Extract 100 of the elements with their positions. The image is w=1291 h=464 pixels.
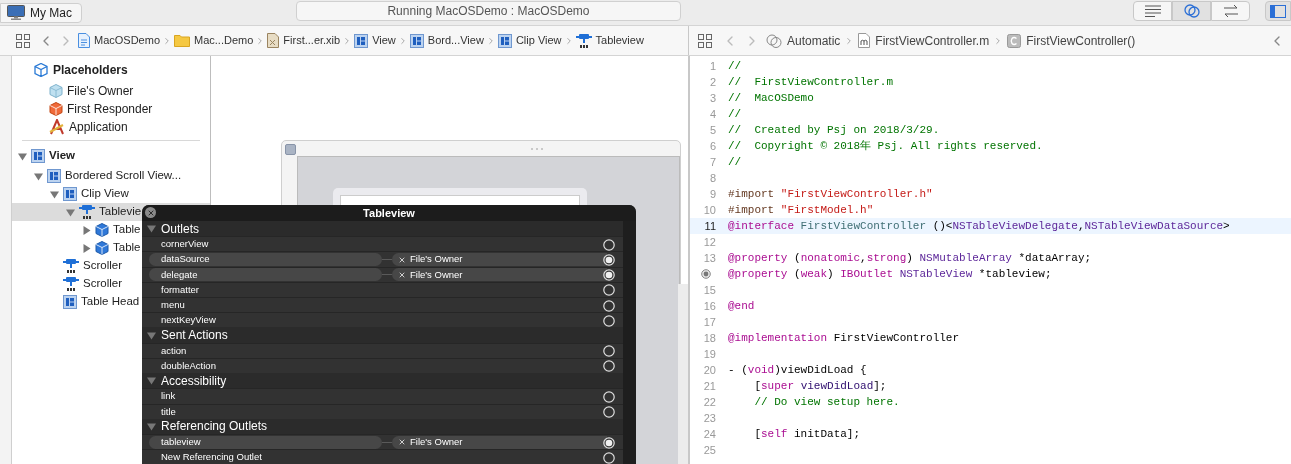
- class-icon: [1007, 33, 1022, 48]
- connection-radio[interactable]: [603, 406, 615, 419]
- outlet-name: formatter: [161, 282, 199, 297]
- outline-item[interactable]: Bordered Scroll View...: [12, 167, 210, 185]
- expanded-triangle-icon[interactable]: [147, 330, 156, 340]
- jump-bar-crumb[interactable]: First...er.xib: [267, 32, 341, 49]
- outline-item[interactable]: File's Owner: [12, 82, 210, 100]
- close-button[interactable]: [145, 207, 156, 218]
- line-number: 10: [703, 202, 716, 218]
- jump-bar-crumb[interactable]: Mac...Demo: [174, 32, 254, 49]
- connection-radio[interactable]: [603, 314, 615, 327]
- editor-mode-button[interactable]: [1133, 1, 1172, 21]
- expanded-triangle-icon[interactable]: [34, 171, 43, 181]
- connection-radio[interactable]: [603, 360, 615, 373]
- connection-radio[interactable]: [603, 436, 615, 449]
- outlet-name: delegate: [149, 268, 382, 282]
- expanded-triangle-icon[interactable]: [147, 376, 156, 386]
- collapsed-triangle-icon[interactable]: [82, 225, 91, 235]
- line-number: 2: [709, 74, 716, 90]
- cube-icon: [49, 84, 63, 98]
- section-header[interactable]: Outlets: [142, 221, 623, 237]
- outlet-name: doubleAction: [161, 358, 216, 373]
- panel-toggle-button[interactable]: [1265, 1, 1291, 21]
- scrollbar[interactable]: [678, 284, 688, 464]
- line-number: 8: [709, 170, 716, 186]
- connection-radio[interactable]: [603, 451, 615, 464]
- line-number: 24: [703, 426, 716, 442]
- close-button[interactable]: [285, 144, 296, 155]
- run-destination-button[interactable]: My Mac: [0, 2, 82, 23]
- code-text: // Copyright © 2018年 Psj. All rights reserved.: [727, 138, 1043, 154]
- code-text: //: [727, 154, 742, 170]
- jump-bar-crumb[interactable]: MacOSDemo: [78, 32, 161, 49]
- connection-target[interactable]: File's Owner: [392, 268, 607, 282]
- view-icon: [497, 33, 512, 48]
- view-icon: [47, 169, 61, 183]
- related-items-icon[interactable]: [698, 33, 712, 48]
- section-header[interactable]: Sent Actions: [142, 327, 623, 343]
- code-text: @implementation FirstViewController: [727, 330, 960, 346]
- jump-bar-crumb[interactable]: Bord...View: [409, 32, 484, 49]
- outlet-name: cornerView: [161, 237, 209, 252]
- outline-item[interactable]: Clip View: [12, 185, 210, 203]
- outline-item[interactable]: Application: [12, 118, 210, 136]
- outline-item[interactable]: View: [12, 145, 210, 167]
- jump-bar-crumb[interactable]: View: [354, 32, 396, 49]
- code-text: [self initData];: [753, 426, 861, 442]
- linked-circles-icon: [766, 33, 782, 48]
- jump-bar-crumb[interactable]: Automatic: [766, 31, 841, 50]
- connection-target[interactable]: File's Owner: [392, 435, 607, 449]
- related-items-icon[interactable]: [16, 33, 30, 48]
- outline-item[interactable]: First Responder: [12, 100, 210, 118]
- connection-radio[interactable]: [603, 269, 615, 282]
- line-number: 19: [703, 346, 716, 362]
- jump-bar-crumb[interactable]: FirstViewController.m: [858, 31, 990, 50]
- outlet-connected-icon[interactable]: [701, 269, 711, 279]
- outlet-name: menu: [161, 298, 185, 312]
- expanded-triangle-icon[interactable]: [66, 207, 75, 217]
- code-text: @interface FirstViewController ()<NSTableViewDelegate,NSTableViewDataSource>: [727, 218, 1230, 234]
- editor-mode-button[interactable]: [1172, 1, 1211, 21]
- jump-bar-crumb[interactable]: Tableview: [575, 32, 644, 49]
- cube-icon: [49, 102, 63, 116]
- code-text: // Do view setup here.: [753, 394, 900, 410]
- code-text: //: [727, 58, 742, 74]
- xib-file-icon: [267, 33, 280, 48]
- connection-radio[interactable]: [603, 254, 615, 266]
- remove-icon[interactable]: [398, 438, 406, 447]
- line-number: 18: [703, 330, 716, 346]
- expanded-triangle-icon[interactable]: [50, 189, 59, 199]
- jump-bar-crumb[interactable]: Clip View: [497, 32, 562, 49]
- connection-radio[interactable]: [603, 345, 615, 358]
- code-text: [super viewDidLoad];: [753, 378, 887, 394]
- connection-radio[interactable]: [603, 238, 615, 251]
- cube-icon: [34, 63, 48, 77]
- remove-icon[interactable]: [398, 255, 406, 264]
- section-header[interactable]: Accessibility: [142, 373, 623, 389]
- connection-radio[interactable]: [603, 299, 615, 312]
- remove-icon[interactable]: [398, 270, 406, 279]
- section-heading: Placeholders: [53, 62, 128, 79]
- code-text: // MacOSDemo: [727, 90, 814, 106]
- expanded-triangle-icon[interactable]: [147, 224, 156, 234]
- connection-radio[interactable]: [603, 390, 615, 403]
- connection-target[interactable]: File's Owner: [392, 253, 607, 267]
- arrows-icon: [1221, 4, 1240, 18]
- drag-handle-icon: [530, 147, 544, 151]
- table-icon: [63, 277, 79, 291]
- jump-bar-crumb[interactable]: FirstViewController(): [1007, 31, 1136, 50]
- connection-radio[interactable]: [603, 284, 615, 297]
- line-number: 4: [709, 106, 716, 122]
- scrollbar[interactable]: [623, 221, 636, 464]
- project-file-icon: [78, 33, 90, 48]
- outlet-name: action: [161, 343, 187, 358]
- monitor-icon: [7, 5, 25, 20]
- collapsed-triangle-icon[interactable]: [82, 243, 91, 253]
- code-text: @end: [727, 298, 755, 314]
- app-icon: [49, 119, 65, 135]
- line-number: 22: [703, 394, 716, 410]
- line-number: 7: [709, 154, 716, 170]
- code-text: - (void)viewDidLoad {: [727, 362, 867, 378]
- view-icon: [409, 33, 424, 48]
- expanded-triangle-icon[interactable]: [147, 421, 156, 431]
- expanded-triangle-icon[interactable]: [18, 151, 27, 161]
